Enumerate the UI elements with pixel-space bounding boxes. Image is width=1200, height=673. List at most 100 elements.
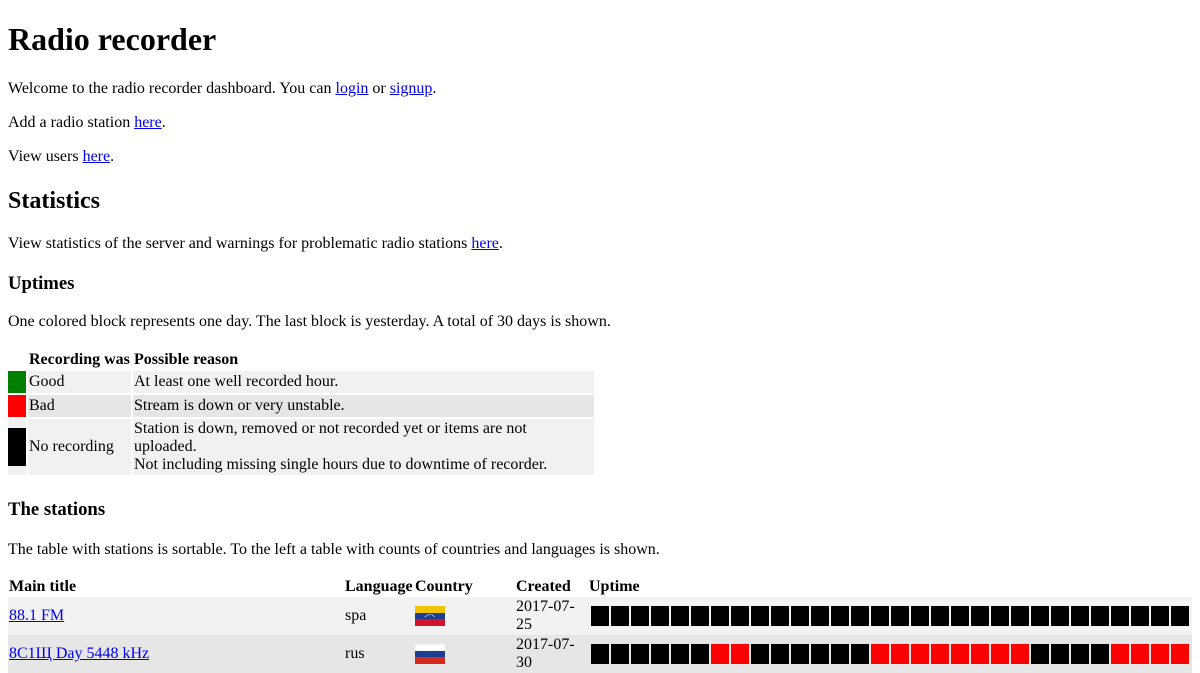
uptime-day-block-bad bbox=[911, 644, 929, 664]
uptime-day-block-none bbox=[691, 644, 709, 664]
legend-swatch-cell bbox=[8, 419, 26, 475]
station-title-cell: 8С1Щ Day 5448 kHz bbox=[8, 635, 344, 673]
add-prefix: Add a radio station bbox=[8, 114, 135, 131]
column-header-uptime[interactable]: Uptime bbox=[588, 577, 1192, 597]
uptime-day-block-bad bbox=[1171, 644, 1189, 664]
created-date-part: 25 bbox=[516, 616, 532, 633]
welcome-prefix: Welcome to the radio recorder dashboard.… bbox=[8, 80, 336, 97]
legend-label: Bad bbox=[28, 395, 131, 417]
uptime-day-block-none bbox=[591, 606, 609, 626]
legend-row-bad: Bad Stream is down or very unstable. bbox=[8, 395, 594, 417]
uptime-day-block-bad bbox=[1111, 644, 1129, 664]
legend-label: No recording bbox=[28, 419, 131, 475]
uptime-day-block-none bbox=[991, 606, 1009, 626]
stations-heading: The stations bbox=[8, 499, 106, 520]
uptime-day-block-none bbox=[851, 644, 869, 664]
dashboard-page: Radio recorder Welcome to the radio reco… bbox=[0, 21, 1200, 673]
created-date-part: 30 bbox=[516, 654, 532, 671]
good-color-swatch bbox=[8, 371, 26, 393]
uptime-day-block-none bbox=[871, 606, 889, 626]
uptime-day-block-none bbox=[771, 644, 789, 664]
uptime-day-block-bad bbox=[711, 644, 729, 664]
station-uptime-cell bbox=[588, 635, 1192, 673]
station-title-link[interactable]: 8С1Щ Day 5448 kHz bbox=[9, 645, 149, 662]
stations-table: Main title Language Country Created Upti… bbox=[8, 577, 1192, 673]
uptime-day-block-none bbox=[791, 606, 809, 626]
uptime-day-block-bad bbox=[731, 644, 749, 664]
column-header-country[interactable]: Country bbox=[414, 577, 515, 597]
signup-link[interactable]: signup bbox=[390, 80, 433, 97]
venezuela-flag-icon bbox=[415, 606, 445, 626]
uptime-day-block-none bbox=[631, 606, 649, 626]
uptime-day-block-bad bbox=[1151, 644, 1169, 664]
uptime-day-block-none bbox=[1151, 606, 1169, 626]
legend-label: Good bbox=[28, 371, 131, 393]
welcome-text: Welcome to the radio recorder dashboard.… bbox=[8, 80, 1192, 98]
table-row: 88.1 FM spa 2017-07- 25 bbox=[8, 597, 1192, 635]
uptime-day-block-none bbox=[631, 644, 649, 664]
statistics-link[interactable]: here bbox=[471, 235, 499, 252]
stations-description: The table with stations is sortable. To … bbox=[8, 541, 660, 558]
uptime-legend-table: Recording was Possible reason Good At le… bbox=[6, 349, 596, 477]
add-station-link[interactable]: here bbox=[134, 114, 162, 131]
legend-recording-header: Recording was bbox=[29, 351, 130, 368]
table-row: 8С1Щ Day 5448 kHz rus 2017-07- 30 bbox=[8, 635, 1192, 673]
period: . bbox=[432, 80, 437, 97]
uptime-day-block-none bbox=[651, 606, 669, 626]
legend-reason-line: Station is down, removed or not recorded… bbox=[134, 420, 527, 455]
no-recording-color-swatch bbox=[8, 428, 26, 466]
uptime-day-block-none bbox=[651, 644, 669, 664]
station-created: 2017-07- 25 bbox=[515, 597, 588, 635]
station-created: 2017-07- 30 bbox=[515, 635, 588, 673]
uptime-day-block-none bbox=[1171, 606, 1189, 626]
uptime-day-block-none bbox=[751, 606, 769, 626]
uptime-day-block-none bbox=[1031, 606, 1049, 626]
station-country-cell bbox=[414, 597, 515, 635]
uptimes-description: One colored block represents one day. Th… bbox=[8, 313, 611, 330]
uptime-day-block-none bbox=[611, 644, 629, 664]
uptime-day-block-none bbox=[971, 606, 989, 626]
uptime-day-block-none bbox=[811, 606, 829, 626]
uptime-day-block-none bbox=[811, 644, 829, 664]
uptime-day-block-none bbox=[591, 644, 609, 664]
uptime-day-block-none bbox=[691, 606, 709, 626]
statistics-text: View statistics of the server and warnin… bbox=[8, 235, 1192, 253]
column-header-created[interactable]: Created bbox=[515, 577, 588, 597]
uptime-day-block-none bbox=[891, 606, 909, 626]
uptime-day-block-bad bbox=[951, 644, 969, 664]
column-header-language[interactable]: Language bbox=[344, 577, 414, 597]
legend-reason-header: Possible reason bbox=[134, 351, 239, 368]
legend-row-no-recording: No recording Station is down, removed or… bbox=[8, 419, 594, 475]
uptime-day-block-none bbox=[911, 606, 929, 626]
uptime-day-block-none bbox=[731, 606, 749, 626]
legend-swatch-cell bbox=[8, 395, 26, 417]
column-header-main-title[interactable]: Main title bbox=[8, 577, 344, 597]
station-uptime-cell bbox=[588, 597, 1192, 635]
uptime-day-block-none bbox=[1051, 606, 1069, 626]
uptime-day-block-none bbox=[791, 644, 809, 664]
uptime-day-block-none bbox=[1071, 606, 1089, 626]
legend-reason: Station is down, removed or not recorded… bbox=[133, 419, 594, 475]
uptime-blocks bbox=[589, 644, 1191, 664]
uptime-day-block-none bbox=[851, 606, 869, 626]
view-users-link[interactable]: here bbox=[83, 148, 111, 165]
uptime-day-block-none bbox=[831, 606, 849, 626]
uptime-day-block-none bbox=[1071, 644, 1089, 664]
station-title-link[interactable]: 88.1 FM bbox=[9, 607, 64, 624]
legend-color-header bbox=[8, 351, 26, 369]
created-date-part: 2017-07- bbox=[516, 598, 575, 615]
station-language: spa bbox=[344, 597, 414, 635]
uptime-day-block-none bbox=[831, 644, 849, 664]
uptime-day-block-bad bbox=[891, 644, 909, 664]
page-title: Radio recorder bbox=[8, 21, 217, 57]
uptime-day-block-bad bbox=[1011, 644, 1029, 664]
statistics-prefix: View statistics of the server and warnin… bbox=[8, 235, 472, 252]
users-prefix: View users bbox=[8, 148, 83, 165]
created-date-part: 2017-07- bbox=[516, 636, 575, 653]
legend-row-good: Good At least one well recorded hour. bbox=[8, 371, 594, 393]
russia-flag-icon bbox=[415, 644, 445, 664]
statistics-heading: Statistics bbox=[8, 188, 100, 214]
uptime-day-block-none bbox=[771, 606, 789, 626]
uptime-day-block-none bbox=[1091, 606, 1109, 626]
login-link[interactable]: login bbox=[336, 80, 369, 97]
